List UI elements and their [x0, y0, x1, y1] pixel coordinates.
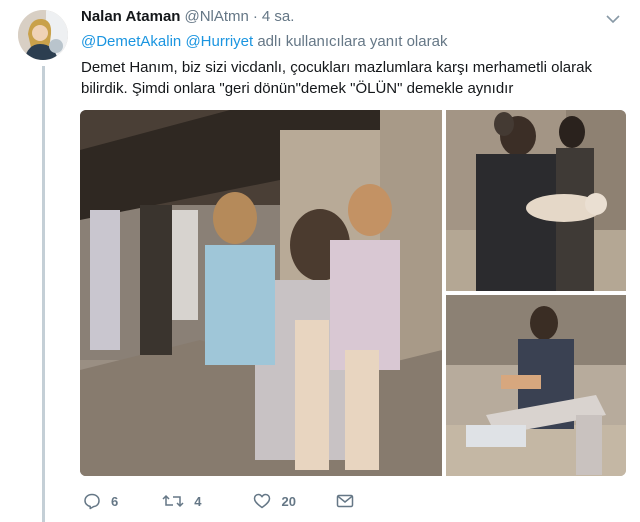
separator-dot: · [252, 8, 258, 25]
reply-count: 6 [111, 493, 119, 509]
like-count: 20 [281, 493, 296, 509]
tweet-actions: 6 4 20 [83, 490, 354, 512]
retweet-count: 4 [194, 493, 202, 509]
tweet-card[interactable]: Nalan Ataman @NlAtmn · 4 sa. @DemetAkali… [0, 0, 640, 522]
reply-button[interactable]: 6 [83, 492, 118, 510]
chevron-down-icon [606, 14, 620, 23]
envelope-icon [336, 494, 354, 508]
photo-bottom-right[interactable] [446, 295, 626, 476]
reply-context-label: adlı kullanıcılara yanıt olarak [257, 33, 448, 50]
tweet-text: Demet Hanım, biz sizi vicdanlı, çocuklar… [81, 57, 621, 99]
tweet-menu-button[interactable] [604, 10, 622, 28]
media-grid [80, 110, 626, 476]
heart-icon [254, 493, 271, 509]
tweet-text-line: bilirdik. Şimdi onlara "geri dönün"demek… [81, 80, 514, 97]
direct-message-button[interactable] [336, 493, 354, 509]
tweet-text-line: Demet Hanım, biz sizi vicdanlı, çocuklar… [81, 59, 592, 76]
photo-main[interactable] [80, 110, 442, 476]
photo-image [446, 110, 626, 291]
reply-context: @DemetAkalin @Hurriyet adlı kullanıcılar… [81, 33, 447, 50]
mention-link[interactable]: @Hurriyet [185, 33, 253, 50]
timestamp[interactable]: 4 sa. [262, 8, 295, 25]
retweet-button[interactable]: 4 [162, 493, 201, 509]
mention-link[interactable]: @DemetAkalin [81, 33, 181, 50]
avatar[interactable] [18, 10, 68, 60]
like-button[interactable]: 20 [253, 493, 296, 509]
retweet-icon [162, 494, 184, 508]
thread-line [42, 66, 45, 522]
reply-icon [84, 493, 100, 510]
avatar-image [18, 10, 68, 60]
photo-top-right[interactable] [446, 110, 626, 291]
tweet-header: Nalan Ataman @NlAtmn · 4 sa. [81, 8, 620, 30]
photo-image [446, 295, 626, 476]
photo-image [80, 110, 442, 476]
author-handle[interactable]: @NlAtmn [184, 8, 248, 25]
author-name[interactable]: Nalan Ataman [81, 8, 180, 25]
